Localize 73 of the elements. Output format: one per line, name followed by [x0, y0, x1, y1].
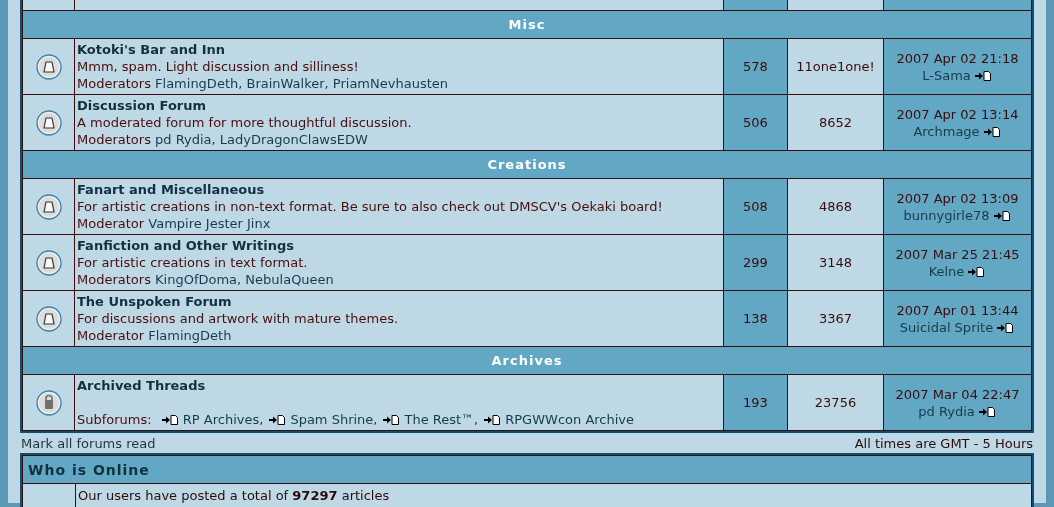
last-post-date: 2007 Mar 04 22:47	[894, 385, 1021, 403]
arrow-page-icon[interactable]	[997, 322, 1014, 333]
posts-count: 11one1one!	[787, 38, 884, 95]
last-post-user[interactable]: Kelne	[928, 263, 965, 279]
last-post-date: 2007 Mar 25 21:45	[894, 245, 1021, 263]
mark-read-link[interactable]: Mark all forums read	[21, 436, 156, 451]
moderator-names[interactable]: FlamingDeth	[148, 328, 232, 343]
topics-count: 193	[723, 374, 788, 431]
timezone-note: All times are GMT - 5 Hours	[854, 436, 1033, 451]
forum-title-link[interactable]: Kotoki's Bar and Inn	[77, 41, 723, 58]
stats-text: Our users have posted a total of 97297 articles	[78, 488, 390, 503]
moderators-label: Moderators	[77, 132, 151, 147]
topics-count: 138	[723, 290, 788, 347]
folder-icon	[35, 53, 62, 80]
arrow-page-icon[interactable]	[161, 415, 178, 425]
subforum-link[interactable]: RPGWWcon Archive	[505, 412, 635, 427]
last-post-user[interactable]: Suicidal Sprite	[899, 319, 994, 335]
lock-icon	[35, 389, 62, 416]
subforum-link[interactable]: Spam Shrine,	[290, 412, 378, 427]
posts-count: 4868	[787, 178, 884, 235]
last-post-user[interactable]: Archmage	[913, 123, 980, 139]
moderator-names[interactable]: FlamingDeth, BrainWalker, PriamNevhausten	[155, 76, 448, 91]
forum-title-link[interactable]: Discussion Forum	[77, 97, 723, 114]
topics-count: 508	[723, 178, 788, 235]
topics-count: 299	[723, 234, 788, 291]
folder-icon	[35, 305, 62, 332]
posts-count: 8652	[787, 94, 884, 151]
category-header: Creations	[22, 150, 1032, 179]
forum-title-link[interactable]: Fanfiction and Other Writings	[77, 237, 723, 254]
moderator-names[interactable]: KingOfDoma, NebulaQueen	[155, 272, 334, 287]
subforums-label: Subforums:	[77, 412, 152, 427]
arrow-page-icon[interactable]	[484, 415, 501, 425]
last-post-user[interactable]: L-Sama	[922, 67, 971, 83]
arrow-page-icon[interactable]	[968, 266, 985, 277]
category-header: Archives	[22, 346, 1032, 375]
arrow-page-icon[interactable]	[383, 415, 400, 425]
last-post-date: 2007 Apr 02 21:18	[895, 49, 1020, 67]
posts-count: 23756	[787, 374, 884, 431]
posts-count: 3367	[787, 290, 884, 347]
forum-description: A moderated forum for more thoughtful discussion.	[77, 114, 413, 131]
arrow-page-icon[interactable]	[974, 70, 991, 81]
forum-description: For artistic creations in non-text format. Be sure to also check out DMSCV's Oekaki board!	[77, 198, 664, 215]
moderators-label: Moderators	[77, 272, 151, 287]
forum-title-link[interactable]: The Unspoken Forum	[77, 293, 723, 310]
moderators-label: Moderator	[77, 216, 145, 231]
moderators-label: Moderator	[77, 328, 145, 343]
forum-title-link[interactable]: Fanart and Miscellaneous	[77, 181, 723, 198]
subforum-link[interactable]: RP Archives,	[182, 412, 264, 427]
posts-count: 3148	[787, 234, 884, 291]
category-header: Misc	[22, 10, 1032, 39]
last-post-date: 2007 Apr 02 13:14	[895, 105, 1020, 123]
arrow-page-icon[interactable]	[993, 210, 1010, 221]
moderator-names[interactable]: pd Rydia, LadyDragonClawsEDW	[155, 132, 368, 147]
folder-icon	[35, 109, 62, 136]
topics-count: 506	[723, 94, 788, 151]
arrow-page-icon[interactable]	[978, 406, 995, 417]
last-post-date: 2007 Apr 02 13:09	[895, 189, 1020, 207]
folder-icon	[35, 249, 62, 276]
forum-description: For artistic creations in text format.	[77, 254, 309, 271]
moderators-label: Moderators	[77, 76, 151, 91]
arrow-page-icon[interactable]	[269, 415, 286, 425]
forum-description: Mmm, spam. Light discussion and silliness!	[77, 58, 360, 75]
forum-title-link[interactable]: Archived Threads	[77, 377, 723, 394]
last-post-user[interactable]: bunnygirle78	[903, 207, 990, 223]
topics-count: 578	[723, 38, 788, 95]
subforum-link[interactable]: The Rest™,	[404, 412, 479, 427]
last-post-date: 2007 Apr 01 13:44	[895, 301, 1020, 319]
forum-description: For discussions and artwork with mature themes.	[77, 310, 400, 327]
moderator-names[interactable]: Vampire Jester Jinx	[148, 216, 271, 231]
section-header: Who is Online	[22, 455, 1032, 484]
folder-icon	[35, 193, 62, 220]
arrow-page-icon[interactable]	[983, 126, 1000, 137]
last-post-user[interactable]: pd Rydia	[918, 403, 975, 419]
